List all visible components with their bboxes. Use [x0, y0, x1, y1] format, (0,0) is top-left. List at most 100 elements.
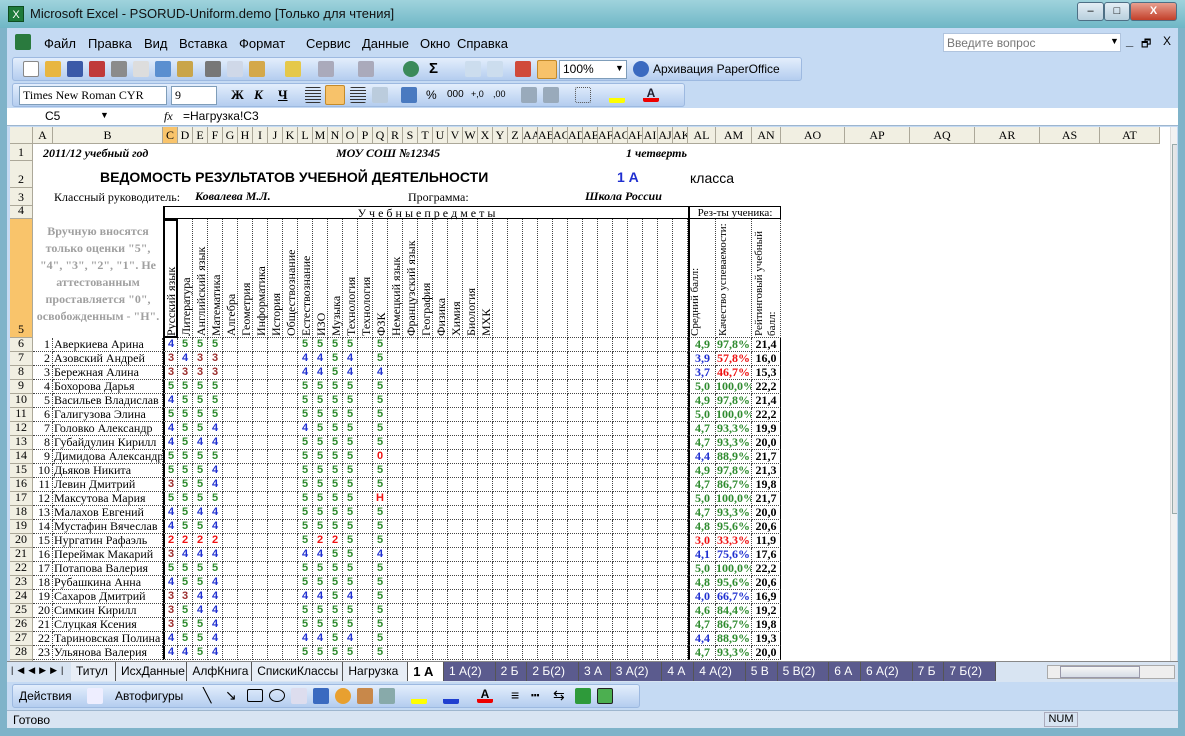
grade-cell[interactable]: 5: [343, 450, 358, 464]
grade-cell[interactable]: [538, 506, 553, 520]
student-name[interactable]: Аверкиева Арина: [53, 338, 163, 352]
grade-cell[interactable]: [223, 352, 238, 366]
grade-cell[interactable]: [673, 394, 688, 408]
grade-cell[interactable]: [463, 534, 478, 548]
grade-cell[interactable]: [283, 408, 298, 422]
grade-cell[interactable]: 5: [343, 576, 358, 590]
sheet-tab-9[interactable]: 3 А: [579, 662, 611, 681]
grade-cell[interactable]: 5: [193, 576, 208, 590]
grade-cell[interactable]: [448, 618, 463, 632]
grade-cell[interactable]: 5: [163, 408, 178, 422]
grade-cell[interactable]: [598, 492, 613, 506]
grade-cell[interactable]: 5: [178, 562, 193, 576]
grade-cell[interactable]: [628, 352, 643, 366]
sheet-tab-8[interactable]: 2 Б(2): [527, 662, 579, 681]
grade-cell[interactable]: [268, 492, 283, 506]
grade-cell[interactable]: [643, 352, 658, 366]
grade-cell[interactable]: [403, 506, 418, 520]
grade-cell[interactable]: [523, 478, 538, 492]
spelling-icon[interactable]: [155, 61, 171, 77]
grade-cell[interactable]: 3: [193, 366, 208, 380]
grade-cell[interactable]: [628, 338, 643, 352]
grade-cell[interactable]: 5: [313, 478, 328, 492]
close-button[interactable]: X: [1130, 2, 1177, 21]
menu-4[interactable]: Формат: [239, 36, 285, 51]
decrease-indent-icon[interactable]: [521, 87, 537, 103]
grade-cell[interactable]: [583, 604, 598, 618]
column-header-AI[interactable]: AI: [643, 127, 658, 144]
grade-cell[interactable]: [523, 618, 538, 632]
grade-cell[interactable]: [568, 492, 583, 506]
grade-cell[interactable]: [583, 506, 598, 520]
grade-cell[interactable]: [508, 464, 523, 478]
student-name[interactable]: Сахаров Дмитрий: [53, 590, 163, 604]
grade-cell[interactable]: [268, 548, 283, 562]
grade-cell[interactable]: [253, 604, 268, 618]
grade-cell[interactable]: [643, 422, 658, 436]
grade-cell[interactable]: 5: [328, 352, 343, 366]
grade-cell[interactable]: [433, 548, 448, 562]
grade-cell[interactable]: 4: [208, 422, 223, 436]
grade-cell[interactable]: [448, 464, 463, 478]
grade-cell[interactable]: 5: [178, 464, 193, 478]
grade-cell[interactable]: 4: [163, 436, 178, 450]
student-name[interactable]: Васильев Владислав: [53, 394, 163, 408]
vertical-scrollbar[interactable]: ▲: [1170, 127, 1177, 661]
grade-cell[interactable]: 4: [313, 366, 328, 380]
grade-cell[interactable]: [568, 506, 583, 520]
grade-cell[interactable]: [463, 492, 478, 506]
grade-cell[interactable]: [673, 604, 688, 618]
grade-cell[interactable]: [478, 590, 493, 604]
grade-cell[interactable]: [223, 646, 238, 660]
grade-cell[interactable]: [493, 380, 508, 394]
grade-cell[interactable]: [448, 646, 463, 660]
grade-cell[interactable]: [628, 604, 643, 618]
grade-cell[interactable]: 5: [373, 632, 388, 646]
grade-cell[interactable]: 0: [373, 450, 388, 464]
grade-cell[interactable]: [418, 562, 433, 576]
grade-cell[interactable]: 5: [343, 422, 358, 436]
sheet-tab-16[interactable]: 6 А(2): [861, 662, 913, 681]
grade-cell[interactable]: 5: [298, 562, 313, 576]
grade-cell[interactable]: [628, 534, 643, 548]
grade-cell[interactable]: [238, 422, 253, 436]
grade-cell[interactable]: [508, 450, 523, 464]
sheet-tab-7[interactable]: 2 Б: [495, 662, 528, 681]
grade-cell[interactable]: [643, 436, 658, 450]
grade-cell[interactable]: [433, 352, 448, 366]
grade-cell[interactable]: [268, 534, 283, 548]
grade-cell[interactable]: [238, 576, 253, 590]
grade-cell[interactable]: 5: [178, 576, 193, 590]
grade-cell[interactable]: [508, 618, 523, 632]
grade-cell[interactable]: 5: [208, 562, 223, 576]
drawing-toggle-icon[interactable]: [537, 60, 557, 79]
grade-cell[interactable]: [433, 506, 448, 520]
grade-cell[interactable]: [418, 366, 433, 380]
print-icon[interactable]: [111, 61, 127, 77]
grade-cell[interactable]: [403, 646, 418, 660]
grade-cell[interactable]: [223, 366, 238, 380]
student-name[interactable]: Максутова Мария: [53, 492, 163, 506]
grade-cell[interactable]: [463, 422, 478, 436]
grade-cell[interactable]: [223, 604, 238, 618]
student-name[interactable]: Головко Александр: [53, 422, 163, 436]
grade-cell[interactable]: [568, 436, 583, 450]
grade-cell[interactable]: 5: [328, 548, 343, 562]
grade-cell[interactable]: 5: [373, 394, 388, 408]
grade-cell[interactable]: [433, 604, 448, 618]
grade-cell[interactable]: [448, 436, 463, 450]
grade-cell[interactable]: 4: [193, 436, 208, 450]
grade-cell[interactable]: [598, 618, 613, 632]
print-preview-icon[interactable]: [133, 61, 149, 77]
grade-cell[interactable]: [583, 478, 598, 492]
grade-cell[interactable]: [628, 562, 643, 576]
grade-cell[interactable]: [448, 380, 463, 394]
grade-cell[interactable]: [628, 394, 643, 408]
column-header-AH[interactable]: AH: [628, 127, 643, 144]
grade-cell[interactable]: [403, 352, 418, 366]
grade-cell[interactable]: [433, 632, 448, 646]
grade-cell[interactable]: [568, 366, 583, 380]
grade-cell[interactable]: [238, 604, 253, 618]
grade-cell[interactable]: [658, 394, 673, 408]
grade-cell[interactable]: 5: [193, 422, 208, 436]
